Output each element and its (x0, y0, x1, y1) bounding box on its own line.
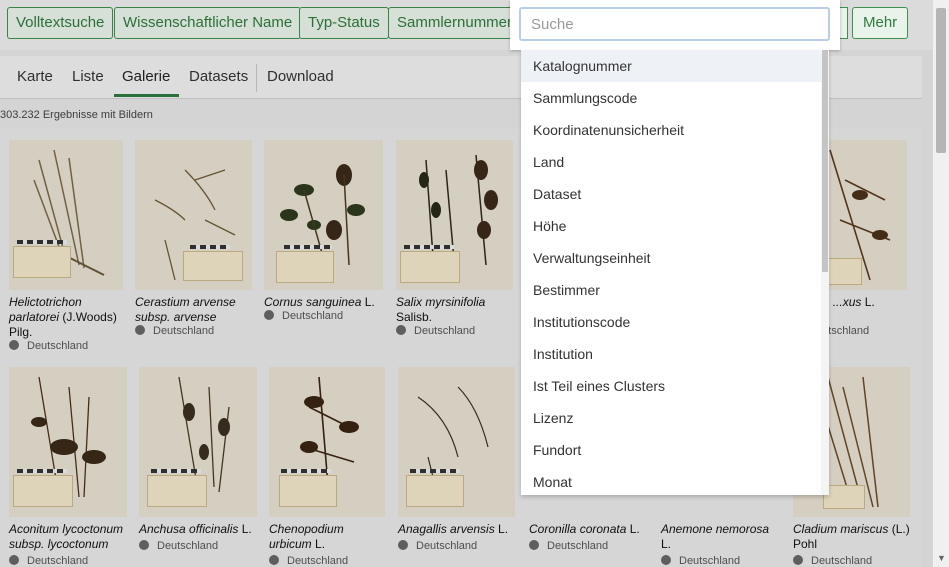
menu-item-dataset[interactable]: Dataset (521, 178, 821, 210)
tab-datasets[interactable]: Datasets (189, 68, 248, 85)
filter-type-status-button[interactable]: Typ-Status (299, 7, 389, 39)
filter-volltextsuche-button[interactable]: Volltextsuche (7, 7, 114, 39)
tab-download[interactable]: Download (267, 68, 334, 85)
species-name[interactable]: Anagallis arvensis L. (398, 522, 516, 537)
location: Deutschland (135, 325, 214, 337)
species-name[interactable]: Chenopodium urbicum L. (269, 522, 387, 552)
location: Deutschland (396, 325, 475, 337)
globe-icon (529, 540, 539, 550)
page-scrollbar-thumb[interactable] (936, 8, 946, 153)
menu-item-bestimmer[interactable]: Bestimmer (521, 274, 821, 306)
species-name[interactable]: Cladium mariscus (L.) Pohl (793, 522, 911, 552)
location: Deutschland (264, 310, 343, 322)
globe-icon (661, 555, 671, 565)
globe-icon (269, 555, 279, 565)
menu-item-lizenz[interactable]: Lizenz (521, 402, 821, 434)
filter-options-menu: Katalognummer Sammlungscode Koordinatenu… (521, 50, 829, 495)
globe-icon (396, 325, 406, 335)
menu-item-sammlungscode[interactable]: Sammlungscode (521, 82, 821, 114)
species-name[interactable]: Cornus sanguinea L. (264, 295, 382, 310)
specimen-image[interactable] (269, 367, 385, 517)
tab-divider (256, 64, 257, 92)
menu-item-katalognummer[interactable]: Katalognummer (521, 50, 821, 82)
species-name[interactable]: Aconitum lycoctonum subsp. lycoctonum (9, 522, 131, 552)
menu-item-land[interactable]: Land (521, 146, 821, 178)
species-name[interactable]: Salix myrsinifolia Salisb. (396, 295, 514, 325)
filter-scientific-name-button[interactable]: Wissenschaftlicher Name (114, 7, 302, 39)
globe-icon (398, 540, 408, 550)
globe-icon (264, 310, 274, 320)
results-count: 303.232 Ergebnisse mit Bildern (0, 109, 153, 121)
location: Deutschland (793, 555, 872, 567)
more-filters-button[interactable]: Mehr (852, 7, 909, 39)
globe-icon (793, 555, 803, 565)
menu-item-institutionscode[interactable]: Institutionscode (521, 306, 821, 338)
location: Deutschland (269, 555, 348, 567)
species-name[interactable]: Helictotrichon parlatorei (J.Woods) Pilg… (9, 295, 127, 340)
species-name[interactable]: Coronilla coronata L. (529, 522, 647, 537)
tab-liste[interactable]: Liste (72, 68, 104, 85)
menu-scrollbar[interactable] (821, 50, 829, 495)
menu-item-verwaltungseinheit[interactable]: Verwaltungseinheit (521, 242, 821, 274)
species-name[interactable]: Anemone nemorosa L. (661, 522, 779, 552)
specimen-image[interactable] (9, 367, 127, 517)
filter-search-input[interactable] (519, 7, 830, 41)
menu-scrollbar-thumb[interactable] (822, 50, 828, 272)
tab-galerie[interactable]: Galerie (122, 68, 170, 85)
page-scrollbar[interactable]: ▼ (933, 0, 949, 567)
location: Deutschland (9, 555, 88, 567)
menu-item-hoehe[interactable]: Höhe (521, 210, 821, 242)
location: Deutschland (139, 540, 218, 552)
menu-item-koordinatenunsicherheit[interactable]: Koordinatenunsicherheit (521, 114, 821, 146)
globe-icon (9, 555, 19, 565)
specimen-image[interactable] (135, 140, 252, 290)
menu-item-cluster[interactable]: Ist Teil eines Clusters (521, 370, 821, 402)
filter-search-popover (510, 0, 840, 50)
scroll-down-arrow-icon[interactable]: ▼ (937, 553, 946, 563)
menu-item-monat[interactable]: Monat (521, 466, 821, 495)
species-name[interactable]: Anchusa officinalis L. (139, 522, 261, 537)
active-tab-indicator (114, 94, 179, 97)
tab-karte[interactable]: Karte (17, 68, 53, 85)
menu-item-institution[interactable]: Institution (521, 338, 821, 370)
location: Deutschland (398, 540, 477, 552)
species-name[interactable]: Cerastium arvense subsp. arvense (135, 295, 253, 325)
globe-icon (135, 325, 145, 335)
specimen-image[interactable] (139, 367, 257, 517)
location: Deutschland (9, 340, 88, 352)
location: Deutschland (661, 555, 740, 567)
specimen-image[interactable] (398, 367, 515, 517)
specimen-image[interactable] (396, 140, 513, 290)
filter-collector-number-button[interactable]: Sammlernummer (388, 7, 522, 39)
specimen-image[interactable] (9, 140, 123, 290)
globe-icon (139, 540, 149, 550)
location: Deutschland (529, 540, 608, 552)
specimen-image[interactable] (264, 140, 383, 290)
globe-icon (9, 340, 19, 350)
menu-item-fundort[interactable]: Fundort (521, 434, 821, 466)
